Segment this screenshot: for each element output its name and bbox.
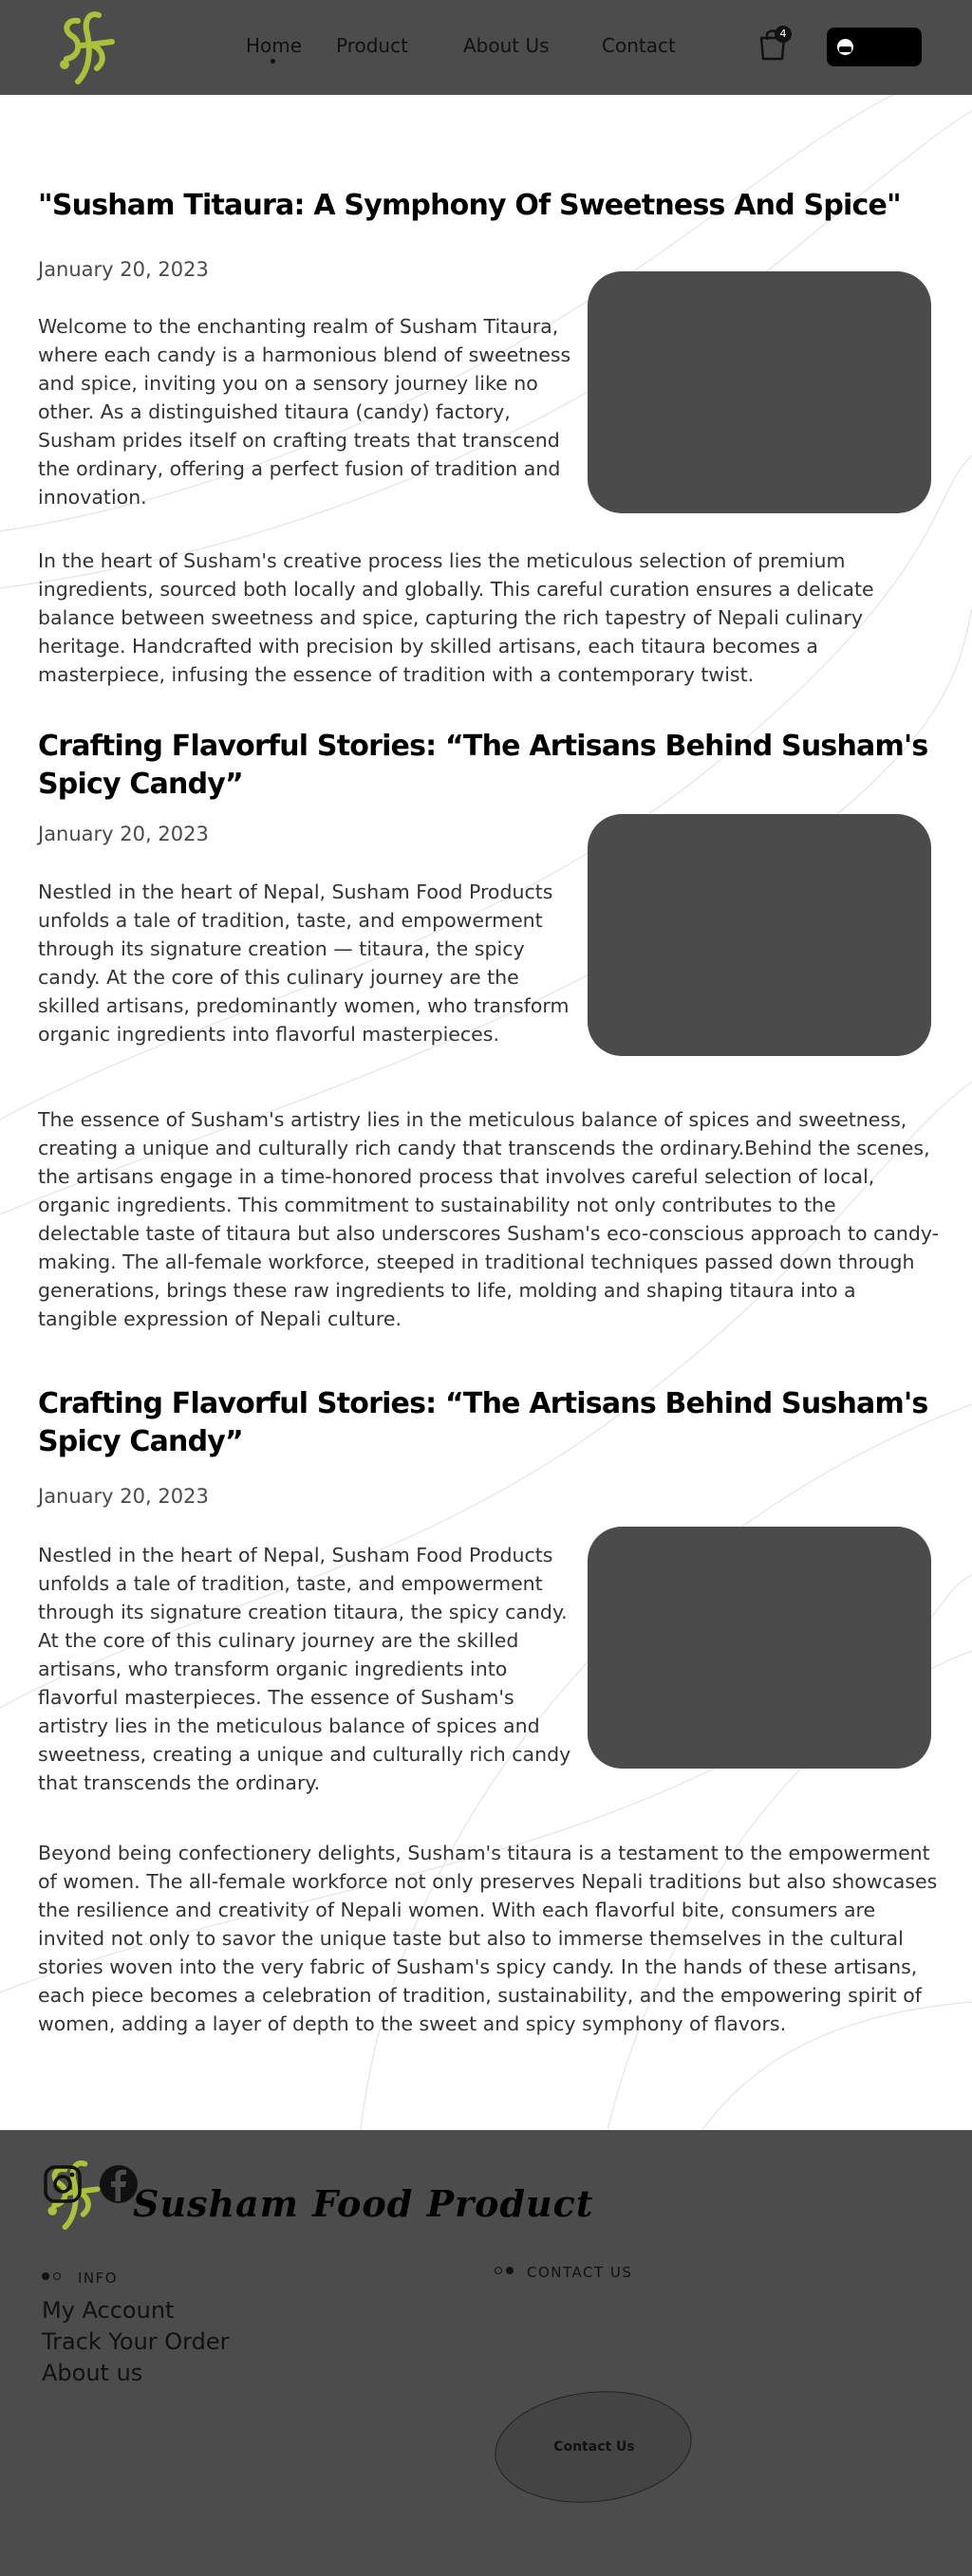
- article-1-image: [588, 271, 931, 513]
- footer-link-track-order[interactable]: Track Your Order: [42, 2328, 230, 2355]
- facebook-icon[interactable]: [98, 2163, 140, 2205]
- article-2-body: The essence of Susham's artistry lies in…: [38, 1108, 940, 1330]
- footer-brand-name: Susham Food Product: [133, 2182, 594, 2225]
- article-3-title: Crafting Flavorful Stories: “The Artisan…: [38, 1387, 928, 1458]
- article-1-title: "Susham Titaura: A Symphony Of Sweetness…: [38, 189, 902, 222]
- flag-icon: [837, 39, 853, 55]
- article-2-date: January 20, 2023: [38, 823, 209, 845]
- footer-link-about-us[interactable]: About us: [42, 2360, 142, 2386]
- nav-contact[interactable]: Contact: [602, 34, 676, 57]
- site-logo[interactable]: [49, 8, 125, 87]
- nav-product[interactable]: Product: [336, 34, 408, 57]
- info-section-label: INFO: [78, 2270, 119, 2287]
- contact-dots-icon: [495, 2265, 521, 2276]
- info-dots-icon: [42, 2270, 68, 2282]
- article-1-intro: Welcome to the enchanting realm of Susha…: [38, 315, 571, 509]
- language-switch-button[interactable]: [827, 28, 922, 66]
- article-1-date: January 20, 2023: [38, 258, 209, 281]
- contact-us-button-label: Contact Us: [553, 2438, 635, 2455]
- article-2-title: Crafting Flavorful Stories: “The Artisan…: [38, 730, 928, 801]
- article-3-image: [588, 1527, 931, 1769]
- article-1-body: In the heart of Susham's creative proces…: [38, 549, 874, 686]
- nav-home[interactable]: Home: [246, 34, 302, 57]
- nav-active-indicator: [271, 59, 275, 64]
- article-3-date: January 20, 2023: [38, 1485, 209, 1508]
- footer-link-my-account[interactable]: My Account: [42, 2297, 174, 2324]
- instagram-icon[interactable]: [42, 2163, 84, 2205]
- article-2-image: [588, 814, 931, 1056]
- nav-about-us[interactable]: About Us: [463, 34, 550, 57]
- article-3-body: Beyond being confectionery delights, Sus…: [38, 1842, 938, 2035]
- article-3-intro: Nestled in the heart of Nepal, Susham Fo…: [38, 1544, 571, 1794]
- site-header: Home Product About Us Contact 4: [0, 0, 972, 95]
- cart-count-badge: 4: [775, 26, 792, 43]
- article-2-intro: Nestled in the heart of Nepal, Susham Fo…: [38, 880, 570, 1046]
- contact-section-label: CONTACT US: [527, 2264, 633, 2281]
